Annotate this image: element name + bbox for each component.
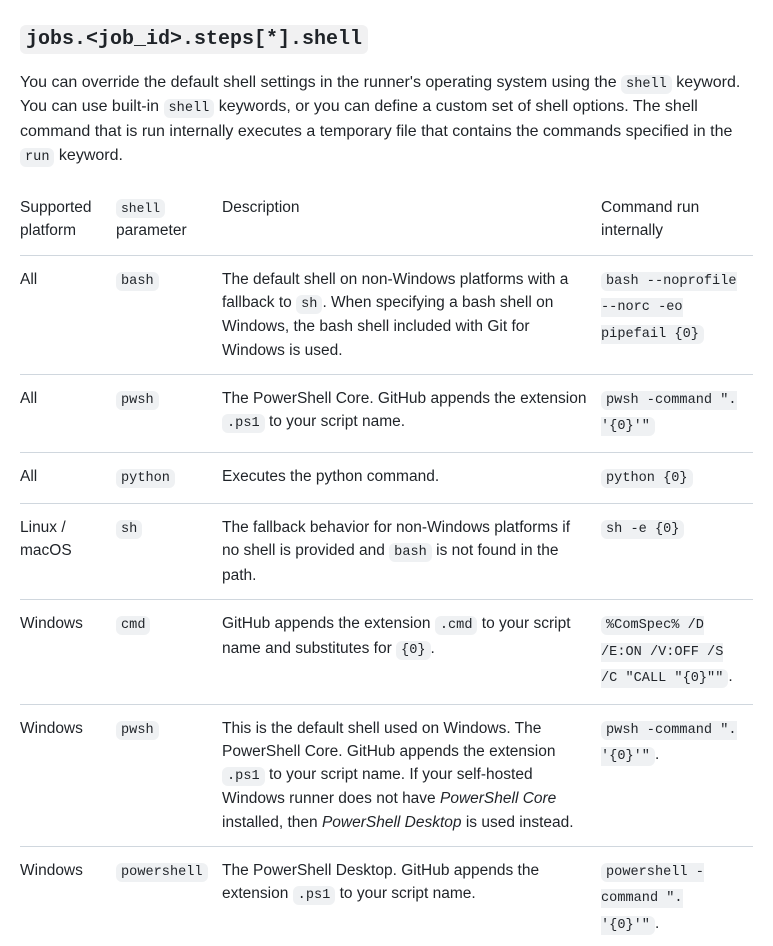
table-body: AllbashThe default shell on non-Windows … xyxy=(20,255,753,946)
cell-description: This is the default shell used on Window… xyxy=(222,704,601,846)
cell-description: The fallback behavior for non-Windows pl… xyxy=(222,504,601,600)
intro-text: You can override the default shell setti… xyxy=(20,74,621,91)
cell-command: python {0} xyxy=(601,452,753,503)
inline-code: .cmd xyxy=(435,616,478,635)
table-row: Linux / macOSsh The fallback behavior for… xyxy=(20,504,753,600)
cell-description: The default shell on non-Windows platfor… xyxy=(222,255,601,374)
cell-parameter: python xyxy=(116,452,222,503)
table-row: Allbash The default shell on non-Windows … xyxy=(20,255,753,374)
cell-command: %ComSpec% /D /E:ON /V:OFF /S /C "CALL "{… xyxy=(601,600,753,704)
col-header-parameter: shell parameter xyxy=(116,184,222,255)
inline-code: bash --noprofile --norc -eo pipefail {0} xyxy=(601,272,737,344)
cell-parameter: pwsh xyxy=(116,704,222,846)
parameter-code: sh xyxy=(116,520,142,539)
cell-platform: Windows xyxy=(20,600,116,704)
table-header-row: Supported platform shell parameter Descr… xyxy=(20,184,753,255)
parameter-code: bash xyxy=(116,272,159,291)
inline-code: powershell -command ". '{0}'" xyxy=(601,863,704,935)
col-header-command: Command run internally xyxy=(601,184,753,255)
intro-code: shell xyxy=(164,99,215,118)
cell-command: bash --noprofile --norc -eo pipefail {0} xyxy=(601,255,753,374)
parameter-code: powershell xyxy=(116,863,208,882)
intro-text: keyword. xyxy=(54,147,122,164)
table-row: Windowspowershell The PowerShell Desktop.… xyxy=(20,846,753,946)
table-row: Windowscmd GitHub appends the extension .… xyxy=(20,600,753,704)
cell-parameter: powershell xyxy=(116,846,222,946)
intro-code: run xyxy=(20,148,54,167)
parameter-code: pwsh xyxy=(116,721,159,740)
shell-options-table: Supported platform shell parameter Descr… xyxy=(20,184,753,946)
intro-paragraph: You can override the default shell setti… xyxy=(20,71,753,168)
cell-platform: Linux / macOS xyxy=(20,504,116,600)
cell-parameter: bash xyxy=(116,255,222,374)
cell-parameter: sh xyxy=(116,504,222,600)
cell-platform: All xyxy=(20,452,116,503)
cell-command: pwsh -command ". '{0}'" xyxy=(601,374,753,452)
intro-code: shell xyxy=(621,75,672,94)
inline-code: .ps1 xyxy=(293,886,336,905)
cell-description: GitHub appends the extension .cmd to you… xyxy=(222,600,601,704)
table-row: Allpwsh The PowerShell Core. GitHub appen… xyxy=(20,374,753,452)
cell-platform: Windows xyxy=(20,846,116,946)
table-row: Windowspwsh This is the default shell use… xyxy=(20,704,753,846)
inline-code: {0} xyxy=(396,641,430,660)
inline-code: %ComSpec% /D /E:ON /V:OFF /S /C "CALL "{… xyxy=(601,616,728,688)
table-row: Allpython Executes the python command.pyt… xyxy=(20,452,753,503)
inline-code: .ps1 xyxy=(222,414,265,433)
inline-code: .ps1 xyxy=(222,767,265,786)
parameter-code: pwsh xyxy=(116,391,159,410)
cell-platform: All xyxy=(20,255,116,374)
emphasis: PowerShell Core xyxy=(440,790,556,807)
emphasis: PowerShell Desktop xyxy=(322,814,462,831)
inline-code: python {0} xyxy=(601,469,693,488)
cell-platform: Windows xyxy=(20,704,116,846)
col-header-platform: Supported platform xyxy=(20,184,116,255)
parameter-code: python xyxy=(116,469,175,488)
cell-parameter: cmd xyxy=(116,600,222,704)
cell-parameter: pwsh xyxy=(116,374,222,452)
cell-description: Executes the python command. xyxy=(222,452,601,503)
col-header-description: Description xyxy=(222,184,601,255)
heading-code: jobs.<job_id>.steps[*].shell xyxy=(20,25,368,54)
inline-code: sh xyxy=(296,295,322,314)
cell-command: pwsh -command ". '{0}'". xyxy=(601,704,753,846)
cell-description: The PowerShell Core. GitHub appends the … xyxy=(222,374,601,452)
col-header-parameter-code: shell xyxy=(116,199,165,218)
inline-code: pwsh -command ". '{0}'" xyxy=(601,721,737,766)
cell-command: powershell -command ". '{0}'". xyxy=(601,846,753,946)
parameter-code: cmd xyxy=(116,616,150,635)
inline-code: pwsh -command ". '{0}'" xyxy=(601,391,737,436)
cell-platform: All xyxy=(20,374,116,452)
section-heading: jobs.<job_id>.steps[*].shell xyxy=(20,20,753,55)
cell-command: sh -e {0} xyxy=(601,504,753,600)
inline-code: bash xyxy=(389,543,432,562)
cell-description: The PowerShell Desktop. GitHub appends t… xyxy=(222,846,601,946)
inline-code: sh -e {0} xyxy=(601,520,684,539)
